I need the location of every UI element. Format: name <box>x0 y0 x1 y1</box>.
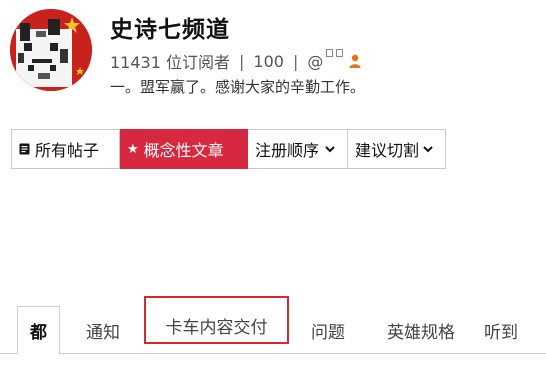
user-icon[interactable] <box>349 54 361 68</box>
channel-title: 史诗七频道 <box>110 17 230 43</box>
filter-label: 概念性文章 <box>143 141 224 160</box>
avatar-illustration <box>10 9 92 91</box>
star-icon: ★ <box>127 141 139 157</box>
unknown-glyph-icon <box>336 48 344 57</box>
post-count: 100 <box>253 51 284 71</box>
filter-label: 注册顺序 <box>255 141 320 160</box>
tab-notices[interactable]: 通知 <box>72 306 134 354</box>
filter-label: 所有帖子 <box>35 141 100 160</box>
tab-heard[interactable]: 听到 <box>484 306 546 354</box>
tab-issues[interactable]: 问题 <box>298 306 358 354</box>
separator: | <box>292 51 299 71</box>
filter-label: 建议切割 <box>355 141 419 160</box>
channel-stats: 11431 位订阅者 | 100 | @ <box>110 48 361 73</box>
filter-suggested-cuts-dropdown[interactable]: 建议切割 <box>348 129 446 169</box>
subscriber-count: 11431 位订阅者 <box>110 53 230 72</box>
category-tabs: 都 通知 卡车内容交付 问题 英雄规格 听到 <box>0 296 546 355</box>
unknown-glyph-icon <box>326 48 334 57</box>
tab-truck-content-delivery[interactable]: 卡车内容交付 <box>144 296 289 344</box>
tab-all[interactable]: 都 <box>17 306 60 355</box>
channel-handle[interactable]: @ <box>307 48 344 71</box>
filter-all-posts-button[interactable]: 所有帖子 <box>11 129 120 169</box>
document-icon <box>19 143 30 155</box>
chevron-down-icon <box>423 146 433 153</box>
channel-tagline: 一。盟军赢了。感谢大家的辛勤工作。 <box>110 78 366 96</box>
filter-registration-order-dropdown[interactable]: 注册顺序 <box>248 129 348 169</box>
channel-avatar[interactable] <box>10 9 92 91</box>
post-filter-bar: 所有帖子 ★ 概念性文章 注册顺序 建议切割 <box>11 129 446 169</box>
tab-hero-specs[interactable]: 英雄规格 <box>372 306 470 354</box>
filter-concept-articles-button[interactable]: ★ 概念性文章 <box>120 129 248 169</box>
separator: | <box>239 51 245 71</box>
chevron-down-icon <box>325 146 335 153</box>
